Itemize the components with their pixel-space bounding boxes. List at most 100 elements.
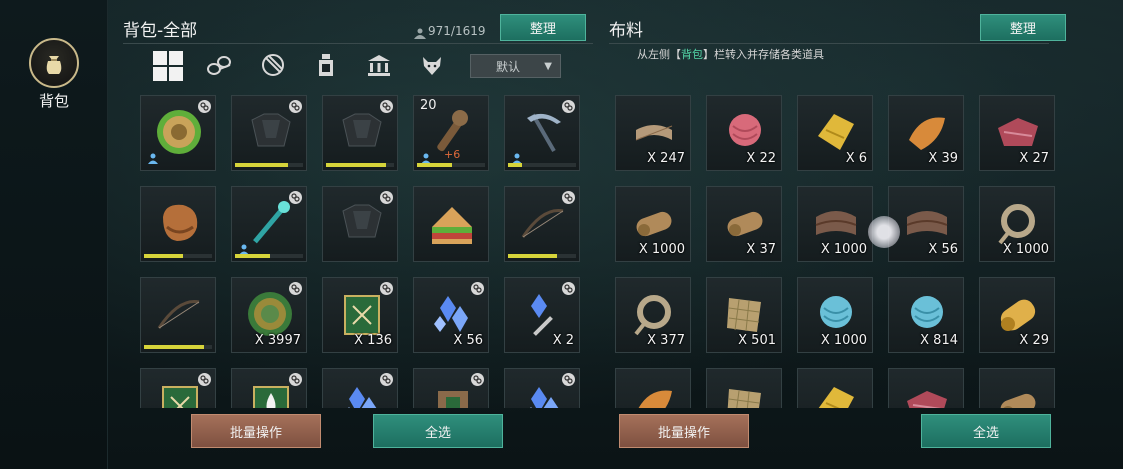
cloth-storage-title: 布料 [609,21,643,41]
link-icon [289,373,302,386]
storage-item-slot[interactable]: X 1000 [979,186,1055,262]
storage-item-slot[interactable]: X 247 [615,95,691,171]
storage-item-slot[interactable]: X 56 [888,186,964,262]
dropdown-value: 默认 [496,59,521,74]
storage-item-slot[interactable]: X 6 [797,95,873,171]
backpack-item-slot[interactable] [140,277,216,353]
backpack-item-slot[interactable] [322,95,398,171]
bound-person-icon [420,149,432,164]
storage-item-slot[interactable]: X 501 [706,277,782,353]
tab-materials[interactable] [205,50,235,80]
storage-hint: 从左侧【背包】栏转入并存储各类道具 [637,46,824,62]
cloth-gold-item-icon [810,379,862,408]
backpack-item-slot[interactable]: X 56 [413,277,489,353]
backpack-item-slot[interactable] [504,368,580,408]
storage-item-slot[interactable]: X 814 [888,277,964,353]
item-quantity: X 29 [1019,333,1049,348]
leaf-icon [262,54,284,76]
hint-prefix: 从左侧【 [637,48,681,61]
disc-green-item-icon [153,106,205,158]
item-quantity: X 377 [647,333,685,348]
bottle-icon [319,54,333,76]
durability-bar [144,345,204,349]
caret-down-icon: ▼ [544,60,552,72]
storage-item-slot[interactable]: X 39 [888,95,964,171]
link-icon [380,100,393,113]
backpack-item-slot[interactable] [140,368,216,408]
staff-teal-item-icon [244,197,296,249]
backpack-item-slot[interactable] [140,95,216,171]
backpack-item-slot[interactable] [231,95,307,171]
storage-item-slot[interactable]: X 1000 [615,186,691,262]
storage-grid: X 247 X 22 X 6 X 39 X 27 X 1000 X 37 X 1000 X 56… [605,90,1065,408]
durability-bar [235,163,288,167]
backpack-item-slot[interactable]: X 136 [322,277,398,353]
backpack-item-slot[interactable] [231,368,307,408]
backpack-item-slot[interactable]: X 3997 [231,277,307,353]
tab-pets[interactable] [417,50,447,80]
bank-icon [368,55,390,76]
backpack-item-slot[interactable] [322,368,398,408]
storage-item-slot[interactable]: X 37 [706,186,782,262]
storage-item-slot[interactable] [615,368,691,408]
tab-all[interactable] [152,50,184,82]
storage-item-slot[interactable]: X 27 [979,95,1055,171]
item-quantity: X 3997 [254,333,301,348]
link-icon [198,100,211,113]
storage-item-slot[interactable] [979,368,1055,408]
backpack-item-slot[interactable] [504,95,580,171]
link-icon [289,100,302,113]
bag-icon[interactable] [29,38,79,88]
item-quantity: X 814 [920,333,958,348]
storage-item-slot[interactable]: X 22 [706,95,782,171]
link-icon [289,282,302,295]
item-quantity: X 2 [552,333,574,348]
storage-item-slot[interactable] [706,368,782,408]
bound-person-icon [147,149,159,164]
item-quantity: X 56 [928,242,958,257]
storage-item-slot[interactable]: X 29 [979,277,1055,353]
backpack-item-slot[interactable] [413,186,489,262]
sort-order-dropdown[interactable]: 默认 ▼ [470,54,561,78]
sort-backpack-button[interactable]: 整理 [500,14,586,41]
title-divider [123,43,593,44]
storage-item-slot[interactable]: X 377 [615,277,691,353]
roll-tan-item-icon [992,379,1044,408]
tab-consumables[interactable] [311,50,341,80]
sort-storage-button[interactable]: 整理 [980,14,1066,41]
storage-batch-button[interactable]: 批量操作 [619,414,749,448]
book-fire-item-icon [244,379,296,408]
storage-item-slot[interactable] [797,368,873,408]
item-quantity: X 22 [746,151,776,166]
tab-valuables[interactable] [364,50,394,80]
storage-select-all-button[interactable]: 全选 [921,414,1051,448]
item-quantity: X 1000 [820,333,867,348]
link-icon [562,100,575,113]
backpack-item-slot[interactable] [413,368,489,408]
backpack-batch-button[interactable]: 批量操作 [191,414,321,448]
bound-person-icon [511,149,523,164]
item-quantity: X 1000 [638,242,685,257]
backpack-select-all-button[interactable]: 全选 [373,414,503,448]
link-icon [289,191,302,204]
inventory-screen: 背包 背包-全部 971/1619 整理 默认 ▼ 布料 整理 从左侧【背包】栏… [0,0,1123,469]
item-quantity: X 56 [453,333,483,348]
item-quantity: X 27 [1019,151,1049,166]
backpack-item-slot[interactable] [140,186,216,262]
backpack-item-slot[interactable] [231,186,307,262]
storage-item-slot[interactable] [888,368,964,408]
side-nav: 背包 [0,0,108,469]
backpack-item-slot[interactable] [322,186,398,262]
crystal-item-icon [517,379,569,408]
hint-highlight: 背包 [681,48,703,61]
storage-item-slot[interactable]: X 1000 [797,186,873,262]
backpack-item-slot[interactable]: X 2 [504,277,580,353]
backpack-item-slot[interactable] [504,186,580,262]
scroll-item-icon [426,379,478,408]
bag-nav-label[interactable]: 背包 [30,90,78,111]
tab-herbs[interactable] [258,50,288,80]
backpack-item-slot[interactable]: 20 +6 [413,95,489,171]
storage-item-slot[interactable]: X 1000 [797,277,873,353]
title-divider [609,43,1049,44]
wood-icon [207,56,231,75]
